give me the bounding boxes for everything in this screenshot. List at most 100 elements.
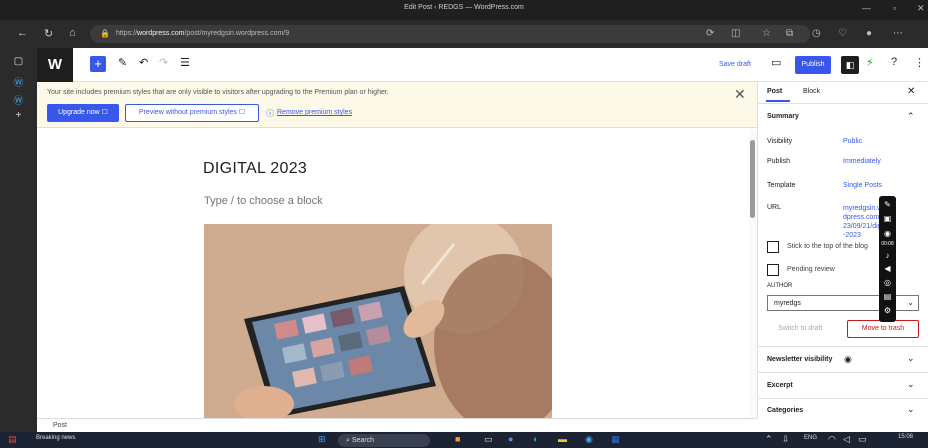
start-menu-icon[interactable]: ⊞ [318, 434, 326, 445]
breaking-news-label[interactable]: Breaking news [36, 435, 75, 441]
canvas-scrollbar-thumb[interactable] [750, 140, 755, 218]
refresh-icon[interactable]: ↻ [44, 27, 53, 40]
back-icon[interactable]: ← [17, 27, 28, 39]
add-block-button[interactable]: + [90, 56, 106, 72]
summary-heading[interactable]: Summary [767, 113, 799, 120]
preview-without-premium-button[interactable]: Preview without premium styles ☐ [125, 104, 259, 122]
author-label: AUTHOR [767, 283, 793, 289]
teams-icon[interactable]: ● [508, 434, 513, 444]
language-indicator[interactable]: ENG [804, 435, 817, 441]
chevron-down-icon[interactable]: ⌄ [907, 353, 915, 364]
categories-heading[interactable]: Categories [767, 407, 803, 414]
active-tab-indicator [766, 100, 790, 102]
move-to-trash-button[interactable]: Move to trash [847, 320, 919, 338]
split-screen-icon[interactable]: ◫ [731, 28, 740, 39]
wifi-icon[interactable]: ◠ [828, 434, 836, 445]
file-explorer-icon[interactable]: ▬ [558, 434, 567, 444]
pending-review-checkbox[interactable] [767, 264, 779, 276]
newsletter-visibility-heading[interactable]: Newsletter visibility [767, 356, 832, 363]
new-tab-icon[interactable]: + [0, 110, 37, 121]
dismiss-notice-icon[interactable]: ✕ [734, 86, 746, 103]
settings-sidebar [757, 82, 928, 418]
chrome-icon[interactable]: ◉ [585, 434, 593, 445]
options-icon[interactable]: ⋮ [914, 56, 925, 69]
block-breadcrumb: Post [37, 418, 757, 432]
jetpack-icon[interactable]: ⚡ [866, 56, 874, 69]
chevron-down-icon[interactable]: ⌄ [907, 404, 915, 415]
webcam-icon[interactable]: ◎ [879, 278, 896, 287]
pen-icon[interactable]: ✎ [879, 200, 896, 209]
microphone-icon[interactable]: ♪ [879, 251, 896, 260]
document-overview-icon[interactable]: ☰ [180, 56, 190, 69]
extensions-icon[interactable]: ♡ [838, 28, 847, 39]
template-value[interactable]: Single Posts [843, 182, 882, 189]
battery-icon[interactable]: ▭ [858, 434, 867, 445]
more-menu-icon[interactable]: ⋯ [893, 28, 903, 39]
record-icon[interactable]: ◉ [879, 229, 896, 238]
sticky-checkbox[interactable] [767, 241, 779, 253]
url-prefix: https:// [116, 30, 138, 37]
post-image[interactable] [204, 224, 552, 418]
switch-to-draft-button[interactable]: Switch to draft [778, 325, 822, 332]
divider [758, 372, 928, 373]
usb-icon[interactable]: ⇩ [782, 434, 790, 445]
visibility-value[interactable]: Public [843, 138, 862, 145]
task-view-icon[interactable]: ▭ [484, 434, 493, 445]
author-select[interactable]: myredgs ⌄ [767, 295, 919, 311]
profile-icon[interactable]: ● [866, 28, 872, 39]
preview-icon[interactable]: ▭ [771, 56, 781, 69]
info-icon: ⓘ [266, 109, 274, 118]
volume-icon[interactable]: ◁ [843, 434, 850, 445]
remove-premium-styles-link[interactable]: Remove premium styles [277, 109, 352, 116]
window-icon[interactable]: ▤ [879, 292, 896, 301]
word-icon[interactable]: ▦ [611, 434, 620, 445]
edge-icon[interactable]: ◐ [533, 434, 538, 444]
favorites-icon[interactable]: ☆ [762, 28, 771, 39]
taskbar-search[interactable]: ⌕ Search [338, 434, 430, 447]
home-icon[interactable]: ⌂ [69, 27, 76, 39]
chevron-down-icon[interactable]: ⌄ [907, 379, 915, 390]
minimize-icon[interactable]: — [862, 3, 871, 13]
gear-icon[interactable]: ⚙ [879, 306, 896, 315]
wordpress-logo-icon[interactable]: W [37, 48, 73, 82]
news-icon[interactable]: ▤ [8, 434, 17, 445]
tablet-photo-illustration [204, 224, 552, 418]
windows-taskbar: ▤ Breaking news ⊞ ■ ▭ ● ◐ ▬ ◉ ▦ ⌃ ⇩ ENG … [0, 432, 928, 448]
history-icon[interactable]: ◷ [812, 28, 821, 39]
publish-date-value[interactable]: Immediately [843, 158, 881, 165]
post-title[interactable]: DIGITAL 2023 [203, 160, 307, 178]
screen-recorder-toolbar: ✎ ▣ ◉ 00:08 ♪ ◀ ◎ ▤ ⚙ [879, 196, 896, 322]
breadcrumb-post[interactable]: Post [53, 422, 67, 429]
camera-icon[interactable]: ▣ [879, 214, 896, 223]
tray-chevron-icon[interactable]: ⌃ [765, 434, 773, 445]
browser-address-bar: ← ↻ ⌂ 🔒 https://wordpress.com/post/myred… [0, 20, 928, 48]
help-icon[interactable]: ? [891, 56, 897, 68]
divider [758, 346, 928, 347]
tab-post[interactable]: Post [767, 88, 782, 95]
app-icon[interactable]: ■ [455, 434, 460, 444]
publish-button[interactable]: Publish [795, 56, 831, 74]
close-sidebar-icon[interactable]: ✕ [907, 86, 915, 97]
block-placeholder[interactable]: Type / to choose a block [204, 195, 323, 207]
settings-icon[interactable]: ◧ [841, 56, 859, 74]
upgrade-now-button[interactable]: Upgrade now ☐ [47, 104, 119, 122]
undo-icon[interactable]: ↶ [139, 56, 148, 69]
tab-panel-icon[interactable]: ▢ [0, 56, 37, 67]
tab-block[interactable]: Block [803, 88, 820, 95]
excerpt-heading[interactable]: Excerpt [767, 382, 793, 389]
save-draft-button[interactable]: Save draft [719, 61, 751, 68]
close-window-icon[interactable]: ✕ [917, 3, 925, 14]
collections-icon[interactable]: ⧉ [786, 28, 793, 39]
clock-time[interactable]: 15:08 [898, 434, 913, 440]
tools-pen-icon[interactable]: ✎ [118, 56, 127, 69]
speaker-icon[interactable]: ◀ [879, 264, 896, 273]
wordpress-tab-icon-2[interactable]: Ⓦ [0, 92, 37, 107]
chevron-up-icon[interactable]: ⌃ [907, 111, 915, 122]
redo-icon[interactable]: ↷ [159, 56, 168, 69]
browser-title-bar: Edit Post ‹ REDGS — WordPress.com — ▫ ✕ [0, 0, 928, 20]
maximize-icon[interactable]: ▫ [893, 3, 896, 13]
chevron-down-icon: ⌄ [907, 298, 914, 307]
url-field[interactable]: 🔒 https://wordpress.com/post/myredgsin.w… [90, 25, 810, 43]
wordpress-tab-icon[interactable]: Ⓦ [0, 74, 37, 89]
refresh-tab-icon[interactable]: ⟳ [706, 28, 714, 39]
